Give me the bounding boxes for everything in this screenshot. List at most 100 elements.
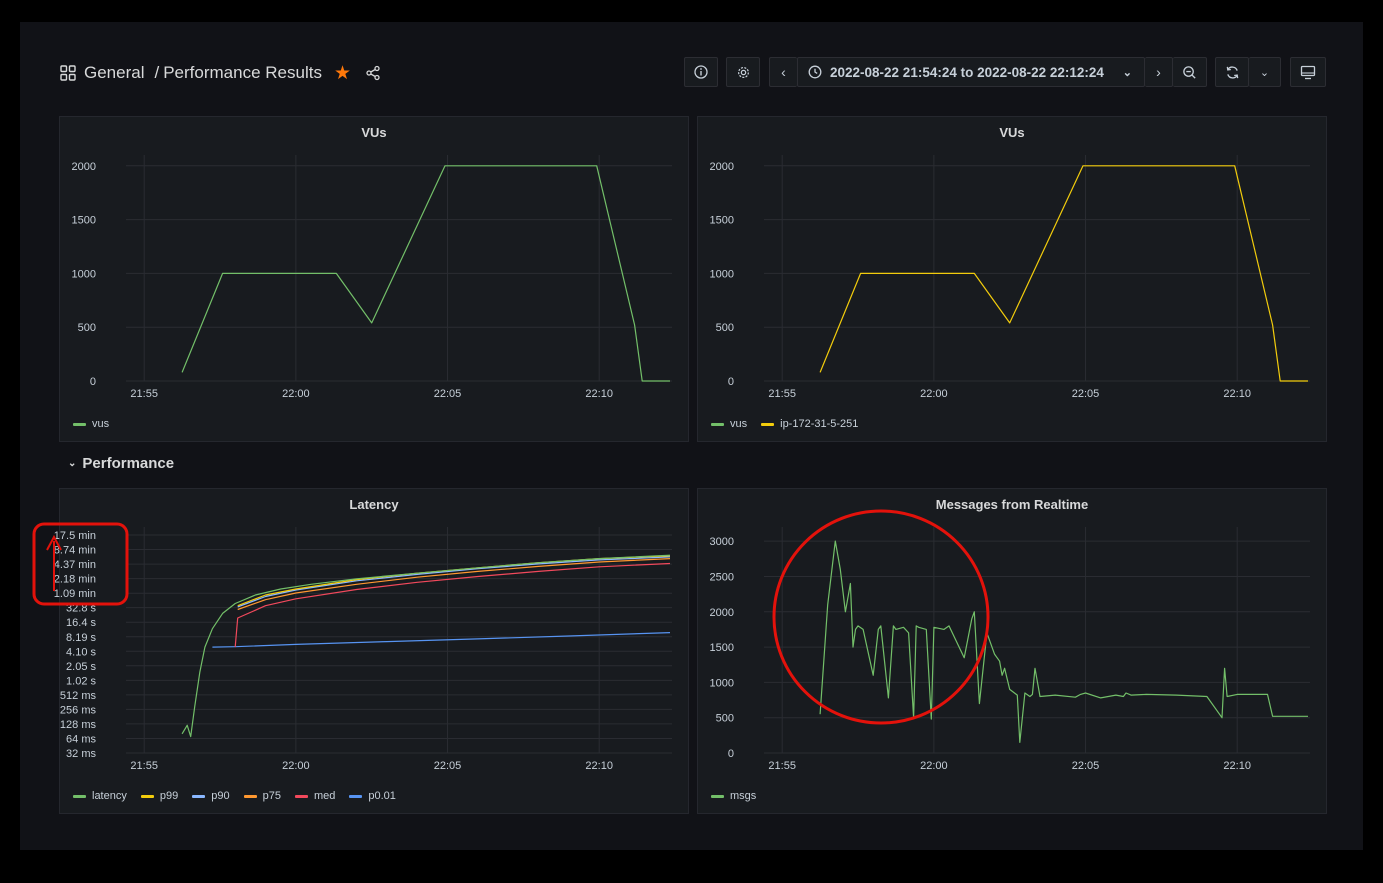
panel-title[interactable]: Latency: [60, 497, 688, 512]
x-tick-label: 22:05: [434, 760, 462, 772]
messages-panel[interactable]: Messages from Realtime 0 500 1000 1500 2000 2…: [697, 488, 1327, 814]
dashboard-settings-button[interactable]: [726, 57, 760, 87]
x-tick-label: 22:00: [920, 388, 948, 400]
performance-row-header[interactable]: ⌄ Performance: [68, 455, 174, 472]
y-tick-label: 8.74 min: [54, 545, 96, 557]
y-tick-label: 1000: [710, 268, 734, 280]
latency-panel[interactable]: Latency 32 ms 64 ms 128 ms 256 ms 512 ms 1.02…: [54, 488, 690, 814]
clock-icon: [808, 65, 822, 79]
breadcrumb-folder[interactable]: General: [84, 63, 144, 83]
y-tick-label: 4.37 min: [54, 559, 96, 571]
series-line-msgs[interactable]: [819, 540, 1308, 743]
legend-swatch: [349, 794, 363, 798]
cycle-view-mode-button[interactable]: [1290, 57, 1326, 87]
legend-item-latency[interactable]: latency: [73, 790, 127, 802]
monitor-icon: [1300, 65, 1316, 79]
legend-label: vus: [730, 418, 748, 430]
y-tick-label: 16.4 s: [66, 617, 96, 629]
y-tick-label: 1.09 min: [54, 588, 96, 600]
legend-swatch: [761, 422, 775, 426]
legend-item-vus[interactable]: vus: [711, 418, 747, 430]
refresh-button[interactable]: [1215, 57, 1249, 87]
series-line-p0.01[interactable]: [212, 632, 671, 648]
zoom-out-button[interactable]: [1173, 57, 1207, 87]
y-tick-label: 1000: [710, 677, 734, 689]
legend-item-vus[interactable]: vus: [73, 418, 109, 430]
panel-title[interactable]: VUs: [60, 125, 688, 140]
y-tick-label: 0: [90, 376, 96, 388]
legend-swatch: [192, 794, 206, 798]
x-tick-label: 22:10: [585, 760, 613, 772]
legend-swatch: [294, 794, 308, 798]
legend-swatch: [711, 794, 724, 798]
gear-icon: [737, 66, 749, 78]
x-tick-label: 22:05: [434, 388, 462, 400]
x-tick-label: 21:55: [130, 760, 158, 772]
row-title: Performance: [82, 455, 175, 472]
x-tick-label: 21:55: [130, 388, 158, 400]
y-tick-label: 1.02 s: [66, 675, 96, 687]
share-icon[interactable]: [365, 65, 381, 81]
chevron-down-icon: ⌄: [1122, 66, 1132, 79]
chart-legend: vus ip-172-31-5-251: [711, 418, 858, 430]
page-title: Performance Results: [163, 63, 322, 82]
chevron-down-icon: ⌄: [68, 458, 77, 469]
legend-label: ip-172-31-5-251: [780, 418, 859, 430]
messages-chart[interactable]: 0 500 1000 1500 2000 2500 3000 21:55 22:00 22:05 2…: [698, 515, 1328, 811]
legend-item-p0.01[interactable]: p0.01: [349, 790, 396, 802]
y-tick-label: 1500: [72, 215, 96, 227]
star-icon[interactable]: ★: [334, 62, 351, 85]
y-tick-label: 0: [728, 376, 734, 388]
dashboard-grid-icon: [60, 65, 76, 81]
breadcrumb: General / Performance Results ★: [60, 62, 381, 84]
y-tick-label: 2.05 s: [66, 661, 96, 673]
y-tick-label: 4.10 s: [66, 646, 96, 658]
y-tick-label: 2500: [710, 571, 734, 583]
x-tick-label: 22:05: [1072, 388, 1100, 400]
refresh-group: ⌄: [1215, 57, 1281, 87]
legend-item-p75[interactable]: p75: [243, 790, 281, 802]
time-range-back-button[interactable]: ‹: [769, 57, 797, 87]
y-tick-label: 256 ms: [60, 704, 97, 716]
panel-title[interactable]: VUs: [698, 125, 1326, 140]
legend-label: msgs: [730, 790, 757, 802]
chevron-left-icon: ‹: [781, 64, 786, 80]
legend-swatch: [73, 422, 86, 426]
chart-legend: latency p99 p90 p75 med p0.01: [73, 790, 396, 802]
time-range-picker[interactable]: 2022-08-22 21:54:24 to 2022-08-22 22:12:…: [797, 57, 1145, 87]
vus-chart[interactable]: 0 500 1000 1500 2000 21:55 22:00 22:05 22:10: [60, 143, 690, 433]
breadcrumb-separator: /: [154, 63, 160, 82]
time-range-label: 2022-08-22 21:54:24 to 2022-08-22 22:12:…: [830, 64, 1104, 80]
x-tick-label: 22:00: [282, 388, 310, 400]
x-tick-label: 22:10: [1223, 388, 1251, 400]
y-tick-label: 500: [78, 322, 96, 334]
legend-item-p90[interactable]: p90: [192, 790, 230, 802]
legend-swatch: [711, 422, 724, 426]
x-tick-label: 21:55: [768, 388, 796, 400]
legend-label: p99: [159, 790, 179, 802]
y-tick-label: 2000: [72, 161, 96, 173]
x-tick-label: 22:10: [1223, 760, 1251, 772]
latency-chart[interactable]: 32 ms 64 ms 128 ms 256 ms 512 ms 1.02 s 2.05 s…: [54, 515, 690, 811]
legend-label: p75: [262, 790, 281, 802]
panel-title[interactable]: Messages from Realtime: [698, 497, 1326, 512]
vus-panel[interactable]: VUs 0 500 1000 1500 2000 21:55 22:00 22:05 22:10…: [59, 116, 689, 442]
chevron-down-icon: ⌄: [1259, 66, 1270, 79]
refresh-interval-dropdown[interactable]: ⌄: [1249, 57, 1281, 87]
y-tick-label: 500: [716, 713, 734, 725]
dashboard-info-button[interactable]: [684, 57, 718, 87]
legend-item-med[interactable]: med: [294, 790, 335, 802]
x-tick-label: 22:00: [920, 760, 948, 772]
y-tick-label: 32.8 s: [66, 603, 96, 615]
y-tick-label: 1500: [710, 215, 734, 227]
x-tick-label: 22:10: [585, 388, 613, 400]
chart-legend: vus: [73, 418, 109, 430]
legend-label: latency: [92, 790, 127, 802]
legend-item-p99[interactable]: p99: [140, 790, 179, 802]
time-range-forward-button[interactable]: ›: [1145, 57, 1173, 87]
vus-by-host-panel[interactable]: VUs 0 500 1000 1500 2000 21:55 22:00 22:05 22:10…: [697, 116, 1327, 442]
y-tick-label: 0: [728, 748, 734, 760]
legend-item-ip-172-31-5-251[interactable]: ip-172-31-5-251: [761, 418, 858, 430]
legend-item-msgs[interactable]: msgs: [711, 790, 756, 802]
vus-by-host-chart[interactable]: 0 500 1000 1500 2000 21:55 22:00 22:05 22:10: [698, 143, 1328, 433]
